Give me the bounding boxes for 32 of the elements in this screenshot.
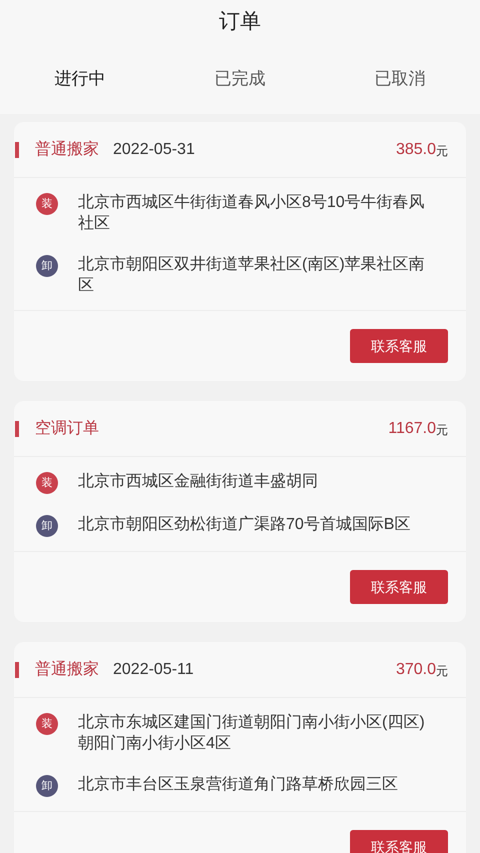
stop-badge: 装	[36, 193, 58, 215]
stop-badge: 卸	[36, 515, 58, 537]
order-price: 385.0	[396, 140, 436, 160]
address-text: 北京市朝阳区双井街道苹果社区(南区)苹果社区南区	[78, 254, 426, 296]
order-type: 普通搬家	[35, 139, 99, 160]
stop-badge: 装	[36, 713, 58, 735]
order-date: 2022-05-11	[113, 660, 194, 680]
currency-unit: 元	[436, 143, 448, 160]
currency-unit: 元	[436, 663, 448, 680]
tab[interactable]: 已完成	[160, 44, 320, 114]
stop-badge: 卸	[36, 255, 58, 277]
currency-unit: 元	[436, 422, 448, 439]
page-title: 订单	[219, 9, 261, 36]
stop-badge: 卸	[36, 775, 58, 797]
order-date: 2022-05-31	[113, 140, 195, 160]
accent-bar-icon	[15, 420, 19, 436]
accent-bar-icon	[15, 142, 19, 158]
address-text: 北京市西城区牛街街道春风小区8号10号牛街春风社区	[78, 192, 426, 234]
tab[interactable]: 已取消	[320, 44, 480, 114]
tab[interactable]: 进行中	[0, 44, 160, 114]
contact-service-button[interactable]: 联系客服	[350, 329, 448, 363]
order-type: 普通搬家	[35, 659, 99, 680]
address-text: 北京市丰台区玉泉营街道角门路草桥欣园三区	[78, 774, 398, 795]
stop-badge: 装	[36, 472, 58, 494]
order-type: 空调订单	[35, 418, 99, 438]
address-text: 北京市西城区金融街街道丰盛胡同	[78, 472, 318, 492]
address-text: 北京市东城区建国门街道朝阳门南小街小区(四区)朝阳门南小街小区4区	[78, 712, 426, 754]
address-text: 北京市朝阳区劲松街道广渠路70号首城国际B区	[78, 514, 410, 535]
contact-service-button[interactable]: 联系客服	[350, 570, 448, 604]
order-price: 1167.0	[388, 418, 436, 438]
accent-bar-icon	[15, 662, 19, 678]
order-price: 370.0	[396, 660, 436, 680]
